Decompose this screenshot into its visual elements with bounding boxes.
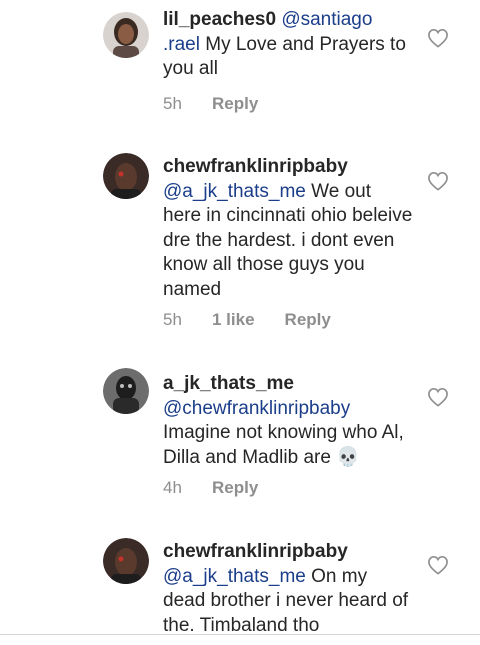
comment-text: Imagine not knowing who Al, Dilla and Ma… (163, 422, 404, 468)
comment-username[interactable]: lil_peaches0 (163, 9, 276, 30)
heart-outline-icon[interactable] (427, 28, 449, 48)
heart-outline-icon[interactable] (427, 171, 449, 191)
comment-username[interactable]: chewfranklinripbaby (163, 156, 348, 177)
comment-username[interactable]: a_jk_thats_me (163, 373, 294, 394)
avatar[interactable] (103, 368, 149, 414)
like-count[interactable]: 1 like (212, 310, 255, 330)
comment-mention[interactable]: @a_jk_thats_me (163, 181, 306, 202)
heart-outline-icon[interactable] (427, 387, 449, 407)
reply-button[interactable]: Reply (285, 310, 331, 330)
avatar[interactable] (103, 538, 149, 584)
heart-outline-icon[interactable] (427, 555, 449, 575)
comment-mention[interactable]: @a_jk_thats_me (163, 566, 306, 587)
divider (0, 634, 480, 635)
reply-button[interactable]: Reply (212, 94, 258, 114)
skull-emoji: 💀 (336, 446, 360, 468)
comment-time: 5h (163, 310, 182, 329)
comment-time: 5h (163, 94, 182, 113)
avatar[interactable] (103, 153, 149, 199)
comment-text: My Love and Prayers to you all (163, 33, 406, 80)
reply-button[interactable]: Reply (212, 478, 258, 498)
avatar[interactable] (103, 12, 149, 58)
comment-time: 4h (163, 478, 182, 497)
comment-mention[interactable]: @chewfranklinripbaby (163, 398, 350, 419)
comment-username[interactable]: chewfranklinripbaby (163, 541, 348, 562)
